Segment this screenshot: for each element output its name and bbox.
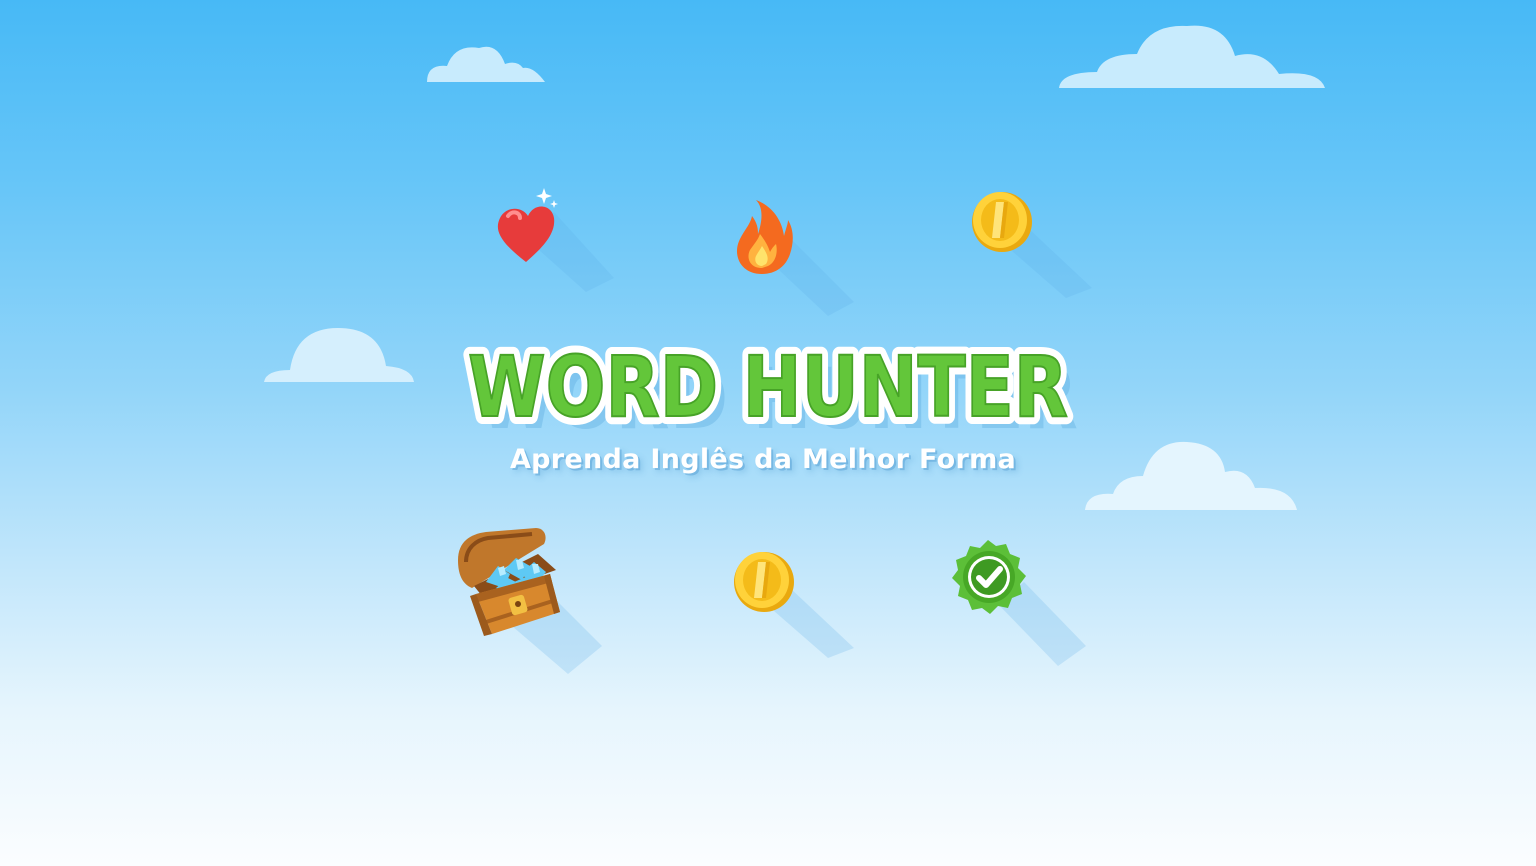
cloud [427, 46, 545, 82]
cloud [264, 328, 414, 382]
game-title-fill: WORD HUNTER [468, 338, 1068, 436]
game-subtitle: Aprenda Inglês da Melhor Forma [509, 444, 1017, 475]
treasure-chest-icon [458, 528, 602, 674]
cloud [1059, 25, 1325, 88]
check-badge-icon [952, 540, 1086, 666]
heart-icon [497, 188, 614, 292]
game-title: WORD HUNTER WORD HUNTER WORD HUNTER [448, 328, 1088, 448]
title-screen: WORD HUNTER WORD HUNTER WORD HUNTER Apre… [0, 0, 1536, 866]
coin-icon [734, 552, 854, 658]
coin-icon [972, 192, 1092, 298]
cloud [1085, 441, 1297, 510]
fire-icon [737, 200, 854, 316]
